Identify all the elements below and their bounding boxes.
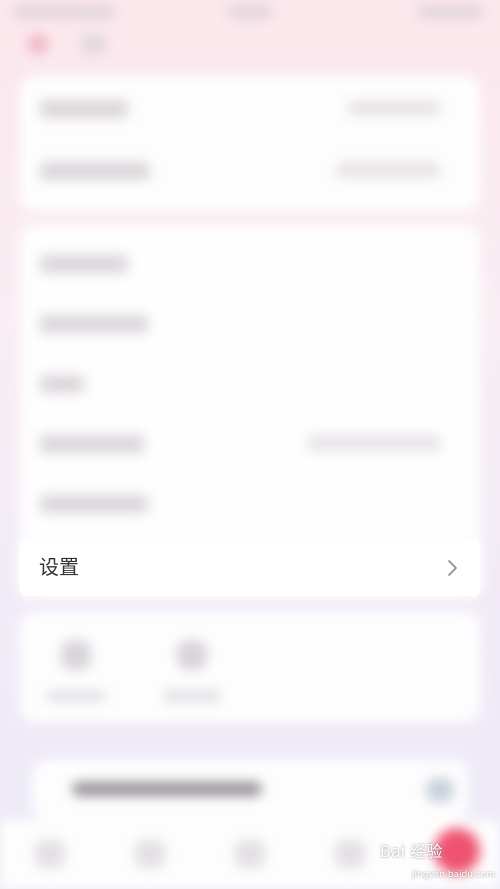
blurred-row-label bbox=[40, 315, 148, 333]
status-bar bbox=[0, 0, 500, 26]
blurred-row bbox=[40, 245, 460, 285]
blurred-card-top bbox=[20, 76, 480, 211]
blurred-row-value bbox=[348, 100, 440, 116]
blurred-row-value bbox=[336, 162, 440, 178]
feature-icon bbox=[61, 640, 91, 670]
tab-icon bbox=[335, 840, 365, 868]
blurred-row bbox=[40, 365, 460, 405]
blurred-row-value bbox=[308, 435, 440, 451]
banner-icon bbox=[426, 778, 454, 802]
status-right-blur bbox=[418, 7, 482, 17]
blurred-row bbox=[40, 485, 460, 525]
top-left-icon bbox=[28, 34, 48, 54]
feature-icon bbox=[177, 640, 207, 670]
status-left-blur bbox=[14, 7, 114, 17]
bottom-banner bbox=[32, 760, 468, 820]
blurred-row-label bbox=[40, 162, 150, 180]
top-second-icon bbox=[82, 34, 106, 54]
feature-label-blur bbox=[46, 690, 106, 702]
status-center-blur bbox=[228, 7, 272, 17]
tab-icon bbox=[135, 840, 165, 868]
blurred-background bbox=[0, 0, 500, 889]
feature-label-blur bbox=[162, 690, 222, 702]
watermark-url: jingyan.baidu.com bbox=[412, 870, 496, 880]
blurred-row-label bbox=[40, 375, 84, 393]
blurred-card-features bbox=[20, 612, 480, 722]
watermark-brand: Bai 经验 bbox=[380, 842, 443, 861]
settings-label: 设置 bbox=[39, 555, 79, 579]
blurred-row-label bbox=[40, 435, 144, 453]
blurred-row bbox=[40, 425, 460, 465]
blurred-row-label bbox=[40, 255, 128, 273]
blurred-row-label bbox=[40, 100, 128, 118]
settings-row[interactable]: 设置 bbox=[20, 540, 480, 596]
chevron-right-icon bbox=[448, 560, 457, 576]
blurred-row bbox=[40, 90, 460, 130]
blurred-row-label bbox=[40, 495, 148, 513]
tab-icon bbox=[235, 840, 265, 868]
banner-text-blur bbox=[72, 782, 262, 796]
blurred-row bbox=[40, 305, 460, 345]
tab-icon bbox=[35, 840, 65, 868]
blurred-row bbox=[40, 152, 460, 192]
